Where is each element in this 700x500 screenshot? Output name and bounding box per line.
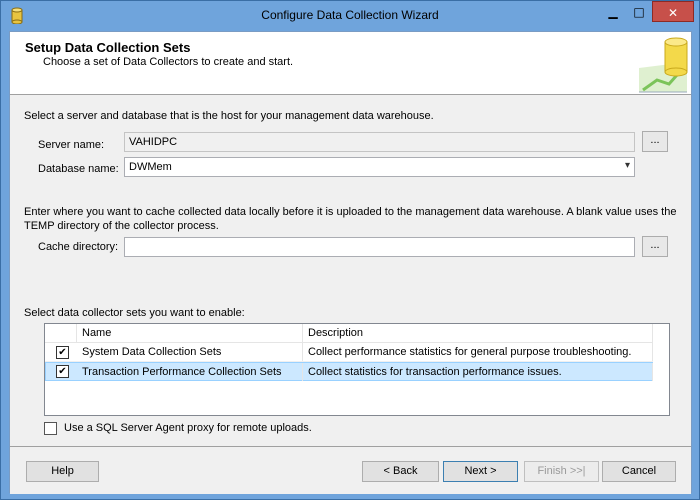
page-subtitle: Choose a set of Data Collectors to creat…: [43, 56, 294, 68]
column-header-check: [45, 324, 77, 343]
collector-sets-list[interactable]: Name Description ✔ System Data Collectio…: [44, 323, 670, 416]
database-name-value: DWMem: [129, 161, 172, 173]
cache-instruction-line2: TEMP directory of the collector process.: [24, 220, 219, 232]
checkmark-icon: ✔: [58, 366, 67, 377]
table-row[interactable]: ✔ System Data Collection Sets Collect pe…: [45, 343, 653, 362]
maximize-icon: □: [633, 5, 645, 19]
database-chart-icon: [635, 32, 691, 94]
row-name: Transaction Performance Collection Sets: [77, 363, 303, 381]
chevron-down-icon: ▾: [624, 160, 630, 171]
wizard-header: Setup Data Collection Sets Choose a set …: [10, 32, 691, 95]
table-row[interactable]: ✔ Transaction Performance Collection Set…: [45, 362, 653, 381]
row-description: Collect statistics for transaction perfo…: [303, 363, 653, 381]
database-name-label: Database name:: [38, 163, 119, 175]
row-checkbox-transaction[interactable]: ✔: [56, 365, 69, 378]
row-checkbox-system[interactable]: ✔: [56, 346, 69, 359]
back-button[interactable]: < Back: [362, 461, 439, 482]
minimize-button[interactable]: ▁: [600, 1, 626, 22]
page-title: Setup Data Collection Sets: [25, 40, 191, 55]
server-name-field[interactable]: VAHIDPC: [124, 132, 635, 152]
server-browse-button[interactable]: ...: [642, 131, 668, 152]
next-button[interactable]: Next >: [443, 461, 518, 482]
database-name-select[interactable]: DWMem ▾: [124, 157, 635, 177]
cancel-button[interactable]: Cancel: [602, 461, 676, 482]
close-button[interactable]: ✕: [652, 1, 694, 22]
server-instruction: Select a server and database that is the…: [24, 110, 434, 122]
minimize-icon: ▁: [608, 5, 618, 19]
server-name-label: Server name:: [38, 139, 105, 151]
column-header-description[interactable]: Description: [303, 324, 653, 343]
maximize-button[interactable]: □: [626, 1, 652, 22]
proxy-checkbox[interactable]: [44, 422, 57, 435]
help-button[interactable]: Help: [26, 461, 99, 482]
close-icon: ✕: [667, 6, 679, 20]
list-header: Name Description: [45, 324, 653, 343]
proxy-checkbox-label[interactable]: Use a SQL Server Agent proxy for remote …: [64, 422, 312, 434]
row-name: System Data Collection Sets: [77, 343, 303, 361]
finish-button[interactable]: Finish >>|: [524, 461, 599, 482]
wizard-client-area: Setup Data Collection Sets Choose a set …: [9, 31, 692, 494]
cache-directory-label: Cache directory:: [38, 241, 119, 253]
wizard-footer: Help < Back Next > Finish >>| Cancel: [10, 447, 691, 494]
window-title: Configure Data Collection Wizard: [261, 8, 439, 22]
cache-directory-field[interactable]: [124, 237, 635, 257]
title-bar[interactable]: Configure Data Collection Wizard ▁ □ ✕: [1, 1, 699, 31]
row-description: Collect performance statistics for gener…: [303, 343, 653, 361]
column-header-name[interactable]: Name: [77, 324, 303, 343]
wizard-window: Configure Data Collection Wizard ▁ □ ✕ S…: [0, 0, 700, 500]
checkmark-icon: ✔: [58, 347, 67, 358]
cache-instruction-line1: Enter where you want to cache collected …: [24, 206, 677, 218]
collector-sets-instruction: Select data collector sets you want to e…: [24, 307, 245, 319]
cache-browse-button[interactable]: ...: [642, 236, 668, 257]
